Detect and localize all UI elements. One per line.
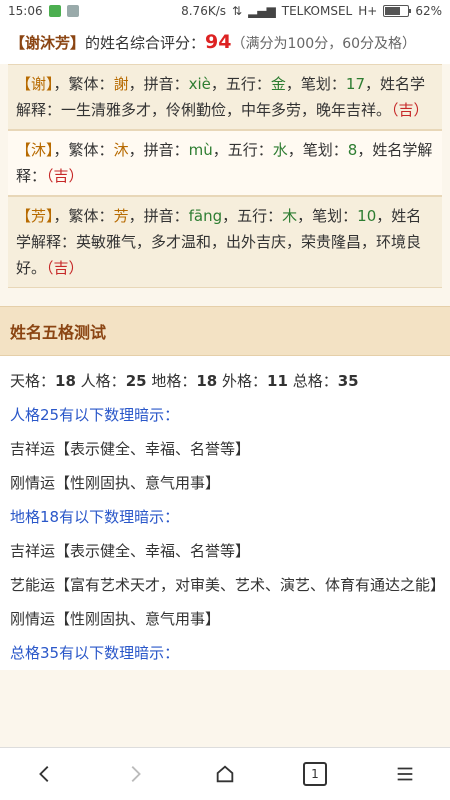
status-left: 15:06 xyxy=(8,4,79,18)
luck-value: （吉） xyxy=(46,167,84,185)
status-bar: 15:06 8.76K/s ⇅ ▂▄▆ TELKOMSEL H+ 62% xyxy=(0,0,450,23)
fanti-label: ，繁体： xyxy=(53,75,114,93)
ren-header: 人格25有以下数理暗示： xyxy=(10,406,180,424)
wuxing-label: ，五行： xyxy=(222,207,283,225)
bihua-label: ，笔划： xyxy=(287,141,348,159)
summary-text: 的姓名综合评分： xyxy=(85,34,206,52)
tabs-count: 1 xyxy=(311,767,319,781)
zong-value: 35 xyxy=(337,372,359,390)
page-content: 【谢沐芳】的姓名综合评分：94（满分为100分，60分及格） 【谢】，繁体：謝，… xyxy=(0,22,450,748)
di-header: 地格18有以下数理暗示： xyxy=(10,508,180,526)
zong-header: 总格35有以下数理暗示： xyxy=(10,644,180,662)
char-bracket-open: 【 xyxy=(16,75,32,93)
data-arrows-icon: ⇅ xyxy=(232,4,243,18)
pinyin-label: ，拼音： xyxy=(128,141,189,159)
di-hint-3: 刚情运【性刚固执、意气用事】 xyxy=(10,610,221,628)
wuxing-value: 木 xyxy=(282,207,298,225)
chat-notification-icon xyxy=(48,5,61,17)
battery-fill xyxy=(385,7,401,15)
fanti-label: ，繁体： xyxy=(53,207,114,225)
bihua-label: ，笔划： xyxy=(297,207,358,225)
forward-button[interactable] xyxy=(113,752,157,796)
tabs-button[interactable]: 1 xyxy=(293,752,337,796)
char-bracket-close: 】 xyxy=(46,207,54,225)
pinyin-value: fāng xyxy=(188,207,223,225)
di-hint-1: 吉祥运【表示健全、幸福、名誉等】 xyxy=(10,542,251,560)
battery-percent: 62% xyxy=(415,4,442,18)
status-time: 15:06 xyxy=(8,4,43,18)
score: 94 xyxy=(205,31,232,53)
char-card-fang: 【芳】，繁体：芳，拼音：fāng，五行：木，笔划：10，姓名学解释：英敏雅气，多… xyxy=(8,196,442,288)
luck-value: （吉） xyxy=(46,259,84,277)
wuxing-value: 金 xyxy=(270,75,286,93)
network-type: H+ xyxy=(358,4,378,18)
char-card-xie: 【谢】，繁体：謝，拼音：xiè，五行：金，笔划：17，姓名学解释：一生清雅多才，… xyxy=(8,64,442,130)
menu-icon xyxy=(397,767,413,781)
ren-hint-1: 吉祥运【表示健全、幸福、名誉等】 xyxy=(10,440,251,458)
char: 沐 xyxy=(31,141,47,159)
fanti-value: 謝 xyxy=(113,75,129,93)
wuxing-value: 水 xyxy=(272,141,288,159)
status-right: 8.76K/s ⇅ ▂▄▆ TELKOMSEL H+ 62% xyxy=(181,4,442,18)
char-bracket-open: 【 xyxy=(16,207,32,225)
bihua-value: 10 xyxy=(357,207,377,225)
fanti-value: 沐 xyxy=(113,141,129,159)
fanti-value: 芳 xyxy=(113,207,129,225)
bottom-nav: 1 xyxy=(0,747,450,800)
section-title: 姓名五格测试 xyxy=(0,306,450,356)
char-bracket-close: 】 xyxy=(46,141,54,159)
chevron-left-icon xyxy=(39,766,49,782)
chevron-right-icon xyxy=(131,766,141,782)
ren-hint-2: 刚情运【性刚固执、意气用事】 xyxy=(10,474,221,492)
zong-label: 总格： xyxy=(292,372,338,390)
char: 芳 xyxy=(31,207,47,225)
pinyin-value: xiè xyxy=(188,75,211,93)
wai-value: 11 xyxy=(267,372,288,390)
signal-icon: ▂▄▆ xyxy=(248,4,276,18)
tian-label: 天格： xyxy=(10,372,56,390)
char-bracket-close: 】 xyxy=(46,75,54,93)
score-note: （满分为100分，60分及格） xyxy=(231,36,417,52)
fanti-label: ，繁体： xyxy=(53,141,114,159)
tian-value: 18 xyxy=(55,372,76,390)
pinyin-label: ，拼音： xyxy=(128,75,189,93)
home-button[interactable] xyxy=(203,752,247,796)
carrier-name: TELKOMSEL xyxy=(281,4,353,18)
back-button[interactable] xyxy=(23,752,67,796)
di-hint-2: 艺能运【富有艺术天才，对审美、艺术、演艺、体育有通达之能】 xyxy=(10,576,446,594)
char-bracket-open: 【 xyxy=(16,141,32,159)
ren-label: 人格： xyxy=(80,372,126,390)
wuge-values: 天格：18 人格：25 地格：18 外格：11 总格：35 xyxy=(10,364,440,398)
wuge-section: 天格：18 人格：25 地格：18 外格：11 总格：35 人格25有以下数理暗… xyxy=(0,356,450,670)
wuxing-label: ，五行： xyxy=(212,141,273,159)
char: 谢 xyxy=(31,75,47,93)
summary: 【谢沐芳】的姓名综合评分：94（满分为100分，60分及格） xyxy=(0,22,450,64)
di-value: 18 xyxy=(196,372,218,390)
menu-button[interactable] xyxy=(383,752,427,796)
di-label: 地格： xyxy=(151,372,197,390)
pinyin-value: mù xyxy=(188,141,213,159)
wai-label: 外格： xyxy=(222,372,268,390)
bihua-value: 17 xyxy=(345,75,366,93)
tabs-count-box: 1 xyxy=(303,762,327,786)
battery-icon xyxy=(383,5,412,17)
pinyin-label: ，拼音： xyxy=(128,207,189,225)
char-card-mu: 【沐】，繁体：沐，拼音：mù，五行：水，笔划：8，姓名学解释：（吉） xyxy=(8,130,442,196)
jieshi-value: 一生清雅多才，伶俐勤俭，中年多劳，晚年吉祥。 xyxy=(61,101,392,119)
ren-value: 25 xyxy=(125,372,147,390)
bihua-value: 8 xyxy=(347,141,358,159)
bihua-label: ，笔划： xyxy=(285,75,346,93)
message-notification-icon xyxy=(66,5,79,17)
name-bracket: 【谢沐芳】 xyxy=(10,34,86,52)
wuxing-label: ，五行： xyxy=(210,75,271,93)
home-icon xyxy=(216,765,234,783)
network-speed: 8.76K/s xyxy=(181,4,226,18)
luck-value: （吉） xyxy=(391,101,429,119)
